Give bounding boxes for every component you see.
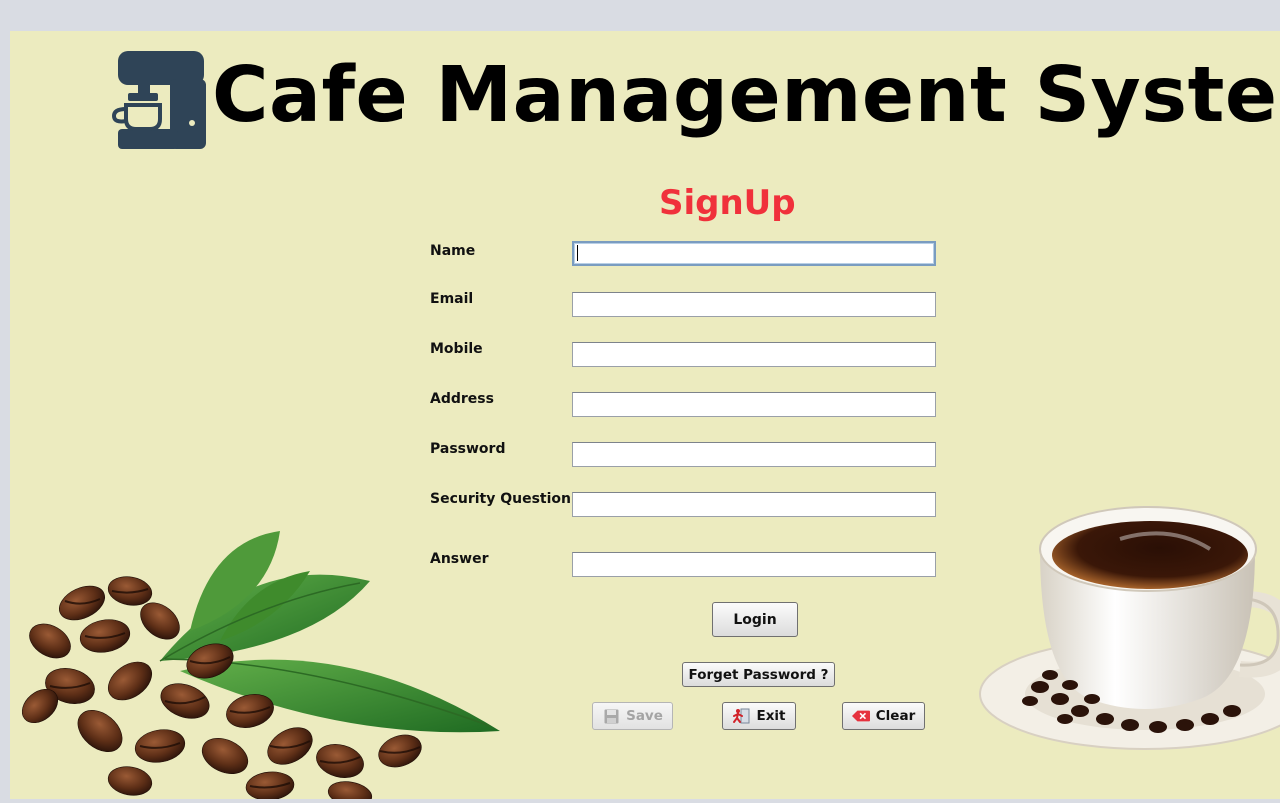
password-label: Password	[430, 441, 506, 457]
login-button[interactable]: Login	[712, 602, 798, 637]
security-question-label: Security Question	[430, 491, 572, 507]
clear-x-icon	[851, 708, 870, 724]
app-title: Cafe Management System	[212, 51, 1280, 140]
login-button-label: Login	[733, 611, 777, 628]
mobile-label: Mobile	[430, 341, 483, 357]
coffee-machine-icon	[112, 51, 206, 149]
exit-button-label: Exit	[756, 708, 786, 724]
password-field[interactable]	[572, 442, 936, 467]
address-label: Address	[430, 391, 494, 407]
form-title: SignUp	[659, 183, 796, 223]
exit-button[interactable]: Exit	[722, 702, 796, 730]
exit-door-icon	[732, 708, 750, 724]
name-field[interactable]	[572, 241, 936, 266]
clear-button[interactable]: Clear	[842, 702, 925, 730]
mobile-field[interactable]	[572, 342, 936, 367]
email-label: Email	[430, 291, 474, 307]
save-button[interactable]: Save	[592, 702, 673, 730]
text-caret	[577, 245, 578, 261]
answer-field[interactable]	[572, 552, 936, 577]
forget-password-label: Forget Password ?	[688, 666, 829, 683]
clear-button-label: Clear	[875, 708, 916, 724]
security-question-field[interactable]	[572, 492, 936, 517]
email-field[interactable]	[572, 292, 936, 317]
coffee-beans-image	[21, 531, 500, 799]
signup-window: Cafe Management System SignUp Name Email…	[10, 31, 1280, 799]
address-field[interactable]	[572, 392, 936, 417]
save-button-label: Save	[626, 708, 663, 724]
forget-password-button[interactable]: Forget Password ?	[682, 662, 835, 687]
floppy-disk-icon	[602, 708, 620, 724]
coffee-cup-image	[979, 506, 1280, 750]
name-label: Name	[430, 243, 476, 259]
